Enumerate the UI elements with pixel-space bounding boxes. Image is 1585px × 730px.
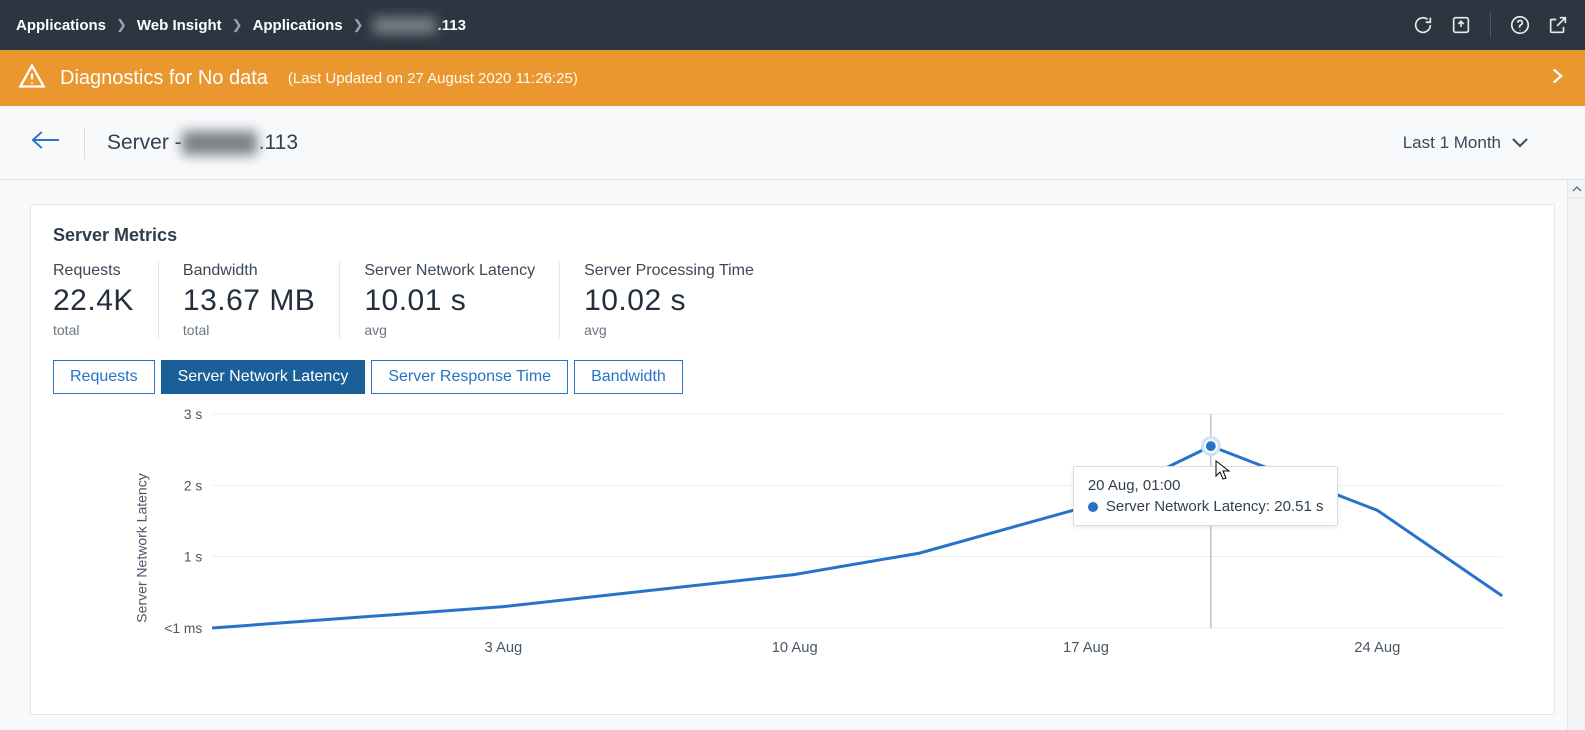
redacted-segment: xxxxxx [373, 17, 435, 34]
chevron-right-icon: ❯ [353, 17, 364, 33]
breadcrumb-item[interactable]: Applications [16, 17, 106, 34]
svg-text:24 Aug: 24 Aug [1354, 640, 1400, 656]
metric-sub: total [183, 322, 315, 338]
tab-bandwidth[interactable]: Bandwidth [574, 360, 683, 394]
metric-tile-bandwidth: Bandwidth 13.67 MB total [158, 262, 339, 338]
metric-label: Requests [53, 262, 134, 280]
page-subheader: Server - xxxxxx .113 Last 1 Month [0, 106, 1585, 180]
top-breadcrumb-bar: Applications ❯ Web Insight ❯ Application… [0, 0, 1585, 50]
tab-latency[interactable]: Server Network Latency [161, 360, 366, 394]
diagnostics-updated: (Last Updated on 27 August 2020 11:26:25… [288, 70, 578, 87]
tooltip-series-dot [1088, 502, 1098, 512]
server-prefix: Server - [107, 131, 182, 155]
y-axis-title: Server Network Latency [134, 473, 150, 622]
chevron-right-icon: ❯ [232, 17, 243, 33]
metric-tile-requests: Requests 22.4K total [53, 262, 158, 338]
chevron-down-icon [1511, 137, 1529, 149]
metric-value: 10.01 s [364, 284, 535, 318]
metric-value: 10.02 s [584, 284, 754, 318]
chart-tooltip: 20 Aug, 01:00 Server Network Latency: 20… [1073, 466, 1339, 526]
chart-plot[interactable]: <1 ms 1 s 2 s 3 s 3 Aug 10 Aug 17 Aug 24 Aug 20… [153, 408, 1512, 658]
tooltip-time: 20 Aug, 01:00 [1088, 477, 1324, 494]
vertical-scrollbar[interactable] [1567, 180, 1585, 730]
breadcrumb-item[interactable]: Web Insight [137, 17, 222, 34]
tooltip-series-label: Server Network Latency: 20.51 s [1106, 498, 1324, 515]
metric-tile-processing: Server Processing Time 10.02 s avg [559, 262, 778, 338]
divider [1490, 12, 1491, 38]
chevron-right-icon: ❯ [116, 17, 127, 33]
breadcrumb-item[interactable]: Applications [253, 17, 343, 34]
server-metrics-card: Server Metrics Requests 22.4K total Band… [30, 204, 1555, 715]
tab-requests[interactable]: Requests [53, 360, 155, 394]
open-external-icon[interactable] [1547, 14, 1569, 36]
help-icon[interactable] [1509, 14, 1531, 36]
breadcrumb-current: xxxxxx.113 [373, 17, 465, 34]
breadcrumb: Applications ❯ Web Insight ❯ Application… [16, 17, 466, 34]
card-title: Server Metrics [53, 225, 1532, 246]
time-range-picker[interactable]: Last 1 Month [1403, 133, 1529, 153]
breadcrumb-suffix: .113 [438, 17, 466, 34]
chevron-right-icon[interactable] [1549, 63, 1567, 94]
refresh-icon[interactable] [1412, 14, 1434, 36]
metric-tiles: Requests 22.4K total Bandwidth 13.67 MB … [53, 262, 1532, 338]
tab-response[interactable]: Server Response Time [371, 360, 568, 394]
export-icon[interactable] [1450, 14, 1472, 36]
svg-text:1 s: 1 s [184, 549, 202, 565]
page-title: Server - xxxxxx .113 [107, 131, 298, 155]
svg-text:<1 ms: <1 ms [164, 620, 202, 636]
svg-text:10 Aug: 10 Aug [772, 640, 818, 656]
metric-value: 13.67 MB [183, 284, 315, 318]
svg-text:3 s: 3 s [184, 406, 202, 422]
cursor-icon [1215, 460, 1231, 485]
diagnostics-title: Diagnostics for No data [60, 67, 268, 90]
topbar-actions [1412, 12, 1569, 38]
back-arrow-icon[interactable] [30, 128, 62, 157]
metric-sub: total [53, 322, 134, 338]
redacted-segment: xxxxxx [182, 131, 257, 155]
scrollbar-up-arrow-icon[interactable] [1568, 180, 1585, 198]
metric-sub: avg [584, 322, 754, 338]
metric-label: Server Processing Time [584, 262, 754, 280]
metric-label: Bandwidth [183, 262, 315, 280]
divider [84, 127, 85, 159]
metric-sub: avg [364, 322, 535, 338]
svg-text:2 s: 2 s [184, 477, 202, 493]
svg-text:17 Aug: 17 Aug [1063, 640, 1109, 656]
chart-tabs: Requests Server Network Latency Server R… [53, 360, 1532, 394]
chart-area: Server Network Latency <1 ms 1 s 2 s 3 s 3 A… [73, 408, 1522, 688]
diagnostics-bar[interactable]: Diagnostics for No data (Last Updated on… [0, 50, 1585, 106]
warning-triangle-icon [18, 62, 46, 95]
range-label: Last 1 Month [1403, 133, 1501, 153]
metric-label: Server Network Latency [364, 262, 535, 280]
metric-value: 22.4K [53, 284, 134, 318]
server-suffix: .113 [259, 131, 298, 155]
metric-tile-latency: Server Network Latency 10.01 s avg [339, 262, 559, 338]
svg-text:3 Aug: 3 Aug [485, 640, 523, 656]
